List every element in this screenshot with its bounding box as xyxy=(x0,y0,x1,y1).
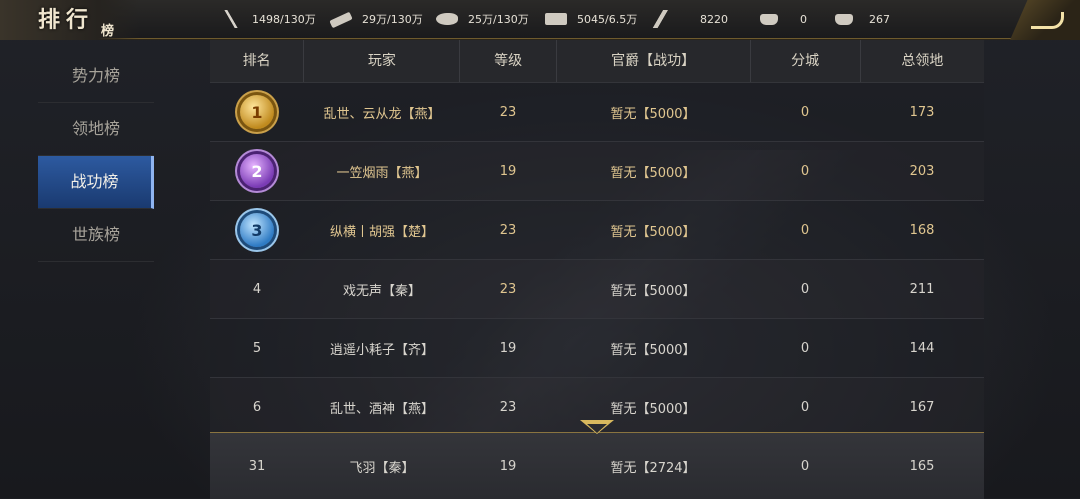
sidebar-item-label: 战功榜 xyxy=(70,172,119,191)
resource-iron-value: 5045/6.5万 xyxy=(577,13,638,26)
title-cell: 暂无【5000】 xyxy=(610,165,696,181)
table-body: 1 乱世、云从龙【燕】 23 暂无【5000】 0 173 2 一笠烟雨【燕】 … xyxy=(210,83,984,437)
level-cell: 23 xyxy=(499,104,517,120)
rank-cell: 6 xyxy=(252,399,262,415)
resource-gold: 0 xyxy=(760,8,807,30)
ranking-table: 排名 玩家 等级 官爵【战功】 分城 总领地 1 乱世、云从龙【燕】 23 暂无… xyxy=(210,40,984,437)
table-row[interactable]: 2 一笠烟雨【燕】 19 暂无【5000】 0 203 xyxy=(210,142,984,201)
land-cell: 203 xyxy=(909,163,935,179)
sidebar-item-power-rank[interactable]: 势力榜 xyxy=(38,50,154,103)
iron-icon xyxy=(545,13,567,25)
table-row[interactable]: 3 纵横丨胡强【楚】 23 暂无【5000】 0 168 xyxy=(210,201,984,260)
title-cell: 暂无【5000】 xyxy=(610,224,696,240)
gold-ingot-icon xyxy=(760,13,778,25)
sidebar-item-label: 世族榜 xyxy=(71,225,120,244)
back-arrow-icon xyxy=(1031,12,1064,29)
rank-cell: 3 xyxy=(210,213,304,247)
sidebar-item-label: 领地榜 xyxy=(71,119,120,138)
player-cell: 戏无声【秦】 xyxy=(342,283,421,299)
land-cell: 167 xyxy=(909,399,935,415)
level-cell: 23 xyxy=(499,281,517,297)
level-cell: 23 xyxy=(499,399,517,415)
rank-cell: 2 xyxy=(210,154,304,188)
city-cell: 0 xyxy=(800,399,810,415)
sidebar-item-territory-rank[interactable]: 领地榜 xyxy=(38,103,154,156)
sidebar-item-label: 势力榜 xyxy=(71,66,120,85)
title-cell: 暂无【5000】 xyxy=(610,342,696,358)
land-cell: 144 xyxy=(909,340,935,356)
player-cell: 乱世、酒神【燕】 xyxy=(329,401,434,417)
resource-iron: 5045/6.5万 xyxy=(545,8,637,30)
land-cell: 168 xyxy=(909,222,935,238)
title-cell: 暂无【5000】 xyxy=(610,106,696,122)
rank-cell: 4 xyxy=(252,281,262,297)
resource-stone-value: 25万/130万 xyxy=(468,13,529,26)
resource-silver: 267 xyxy=(835,8,890,30)
sidebar-item-merit-rank[interactable]: 战功榜 xyxy=(38,156,154,209)
scroll-down-chevron-icon[interactable] xyxy=(580,420,614,442)
resource-food-value: 1498/130万 xyxy=(252,13,316,26)
rank-cell: 1 xyxy=(210,95,304,129)
level-cell: 19 xyxy=(499,163,517,179)
player-cell: 逍遥小耗子【齐】 xyxy=(329,342,434,358)
resource-command-value: 8220 xyxy=(700,12,728,26)
my-land-cell: 165 xyxy=(909,458,935,474)
header-branch-city: 分城 xyxy=(751,40,861,82)
page-title-sub: 榜 xyxy=(101,24,115,39)
wheat-icon xyxy=(220,10,242,28)
resource-gold-value: 0 xyxy=(800,12,807,26)
land-cell: 173 xyxy=(909,104,935,120)
table-row[interactable]: 4 戏无声【秦】 23 暂无【5000】 0 211 xyxy=(210,260,984,319)
sidebar: 势力榜 领地榜 战功榜 世族榜 xyxy=(38,50,154,262)
header-player: 玩家 xyxy=(304,40,461,82)
rank-1-medal-icon: 1 xyxy=(240,95,274,129)
resource-stone: 25万/130万 xyxy=(436,8,529,30)
my-title-cell: 暂无【2724】 xyxy=(610,460,696,476)
my-city-cell: 0 xyxy=(800,458,810,474)
resource-wood-value: 29万/130万 xyxy=(362,13,423,26)
title-plate: 排行 榜 xyxy=(0,0,140,40)
rank-2-medal-icon: 2 xyxy=(240,154,274,188)
level-cell: 23 xyxy=(499,222,517,238)
my-rank-row[interactable]: 31 飞羽【秦】 19 暂无【2724】 0 165 xyxy=(210,432,984,499)
rank-cell: 5 xyxy=(252,340,262,356)
top-bar: 排行 榜 1498/130万 29万/130万 25万/130万 5045/6.… xyxy=(0,0,1080,40)
header-title: 官爵【战功】 xyxy=(557,40,751,82)
city-cell: 0 xyxy=(800,281,810,297)
city-cell: 0 xyxy=(800,163,810,179)
table-row[interactable]: 5 逍遥小耗子【齐】 19 暂无【5000】 0 144 xyxy=(210,319,984,378)
header-level: 等级 xyxy=(460,40,557,82)
title-cell: 暂无【5000】 xyxy=(610,401,696,417)
resource-food: 1498/130万 xyxy=(220,8,316,30)
back-button[interactable] xyxy=(1010,0,1080,40)
player-cell: 一笠烟雨【燕】 xyxy=(336,165,428,181)
stone-icon xyxy=(436,13,458,25)
title-cell: 暂无【5000】 xyxy=(610,283,696,299)
player-cell: 纵横丨胡强【楚】 xyxy=(329,224,434,240)
chevron-inner xyxy=(587,424,607,433)
resource-silver-value: 267 xyxy=(869,12,890,26)
resource-wood: 29万/130万 xyxy=(329,8,423,30)
sidebar-item-clan-rank[interactable]: 世族榜 xyxy=(38,209,154,262)
header-total-territory: 总领地 xyxy=(901,53,944,69)
my-player-cell: 飞羽【秦】 xyxy=(349,460,415,476)
city-cell: 0 xyxy=(800,340,810,356)
land-cell: 211 xyxy=(909,281,935,297)
table-header: 排名 玩家 等级 官爵【战功】 分城 总领地 xyxy=(210,40,984,83)
my-rank-cell: 31 xyxy=(248,458,266,474)
player-cell: 乱世、云从龙【燕】 xyxy=(323,106,441,122)
city-cell: 0 xyxy=(800,104,810,120)
header-rank: 排名 xyxy=(210,40,305,82)
rank-3-medal-icon: 3 xyxy=(240,213,274,247)
table-row[interactable]: 1 乱世、云从龙【燕】 23 暂无【5000】 0 173 xyxy=(210,83,984,142)
page-title: 排行 xyxy=(38,7,95,33)
resource-command: 8220 xyxy=(650,8,728,30)
level-cell: 19 xyxy=(499,340,517,356)
my-level-cell: 19 xyxy=(499,458,517,474)
city-cell: 0 xyxy=(800,222,810,238)
silver-ingot-icon xyxy=(835,13,853,25)
wood-icon xyxy=(329,11,353,29)
command-icon xyxy=(650,10,672,28)
